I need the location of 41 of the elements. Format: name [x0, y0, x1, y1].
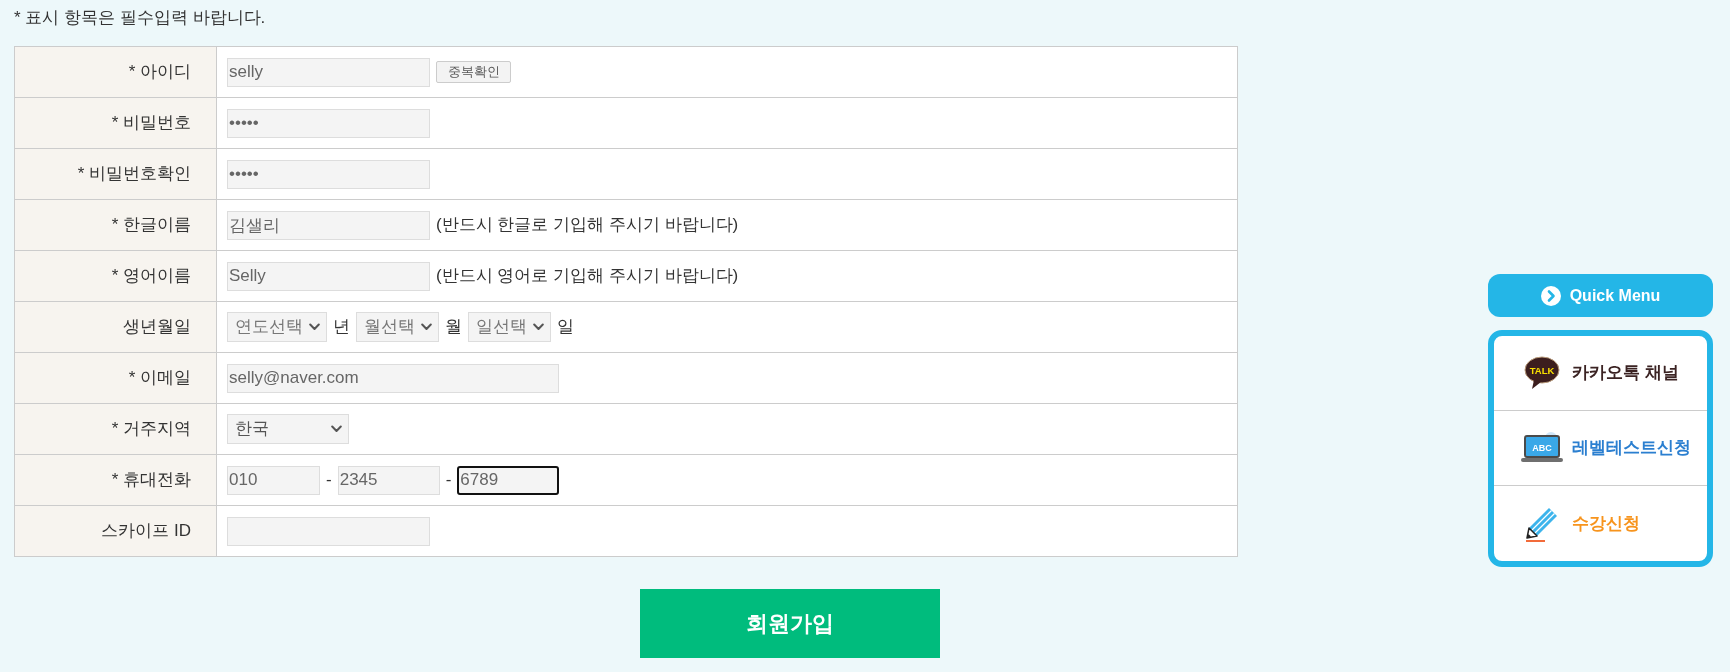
hint-text: (반드시 영어로 기입해 주시기 바랍니다): [436, 265, 739, 288]
hint-text: (반드시 한글로 기입해 주시기 바랍니다): [436, 214, 739, 237]
field-label: * 비밀번호확인: [77, 164, 191, 184]
chevron-down-icon: [309, 323, 320, 331]
duplicate-check-button[interactable]: 중복확인: [436, 61, 511, 83]
region-dropdown[interactable]: 한국: [227, 414, 349, 444]
text-field[interactable]: [227, 516, 430, 546]
dash-text: -: [326, 469, 332, 492]
chevron-right-circle-icon: [1540, 285, 1561, 306]
text-field[interactable]: 김샐리: [227, 210, 430, 240]
field-label: * 한글이름: [111, 215, 191, 235]
date-dropdown[interactable]: 연도선택: [227, 312, 327, 342]
phone-field[interactable]: 6789: [457, 465, 560, 495]
field-label: * 영어이름: [111, 266, 191, 286]
quick-menu-link[interactable]: 레벨테스트신청: [1572, 435, 1691, 461]
date-dropdown[interactable]: 월선택: [356, 312, 439, 342]
unit-label: 일: [557, 316, 574, 339]
quick-menu-link[interactable]: 카카오톡 채널: [1572, 360, 1679, 386]
field-label: * 이메일: [128, 368, 191, 388]
unit-label: 월: [445, 316, 462, 339]
required-notice: * 표시 항목은 필수입력 바랍니다.: [14, 7, 266, 29]
text-field[interactable]: selly: [227, 57, 430, 87]
field-label: * 아이디: [128, 62, 191, 82]
field-label: 스카이프 ID: [101, 521, 191, 541]
password-field[interactable]: •••••: [227, 159, 430, 189]
date-dropdown[interactable]: 일선택: [468, 312, 551, 342]
chevron-down-icon: [533, 323, 544, 331]
email-field[interactable]: selly@naver.com: [227, 363, 559, 393]
unit-label: 년: [333, 316, 350, 339]
chevron-down-icon: [331, 425, 342, 433]
pencil-icon: [1525, 505, 1559, 542]
phone-field[interactable]: 010: [227, 465, 320, 495]
field-label: * 거주지역: [111, 419, 191, 439]
field-label: * 비밀번호: [111, 113, 191, 133]
dash-text: -: [445, 469, 452, 492]
password-field[interactable]: •••••: [227, 108, 430, 138]
phone-field[interactable]: 2345: [337, 465, 440, 495]
field-label: 생년월일: [123, 317, 191, 337]
chevron-down-icon: [421, 323, 432, 331]
field-label: * 휴대전화: [111, 470, 191, 490]
text-field[interactable]: Selly: [227, 261, 430, 291]
